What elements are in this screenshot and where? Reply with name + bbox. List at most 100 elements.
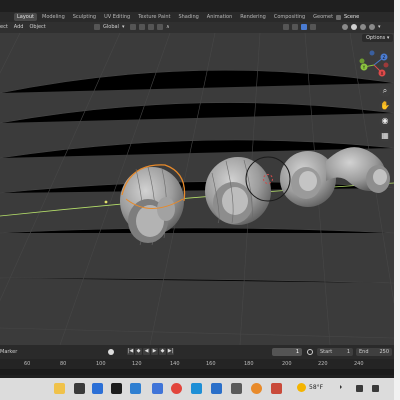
viewport-header: ect Add Object Global ▾ ∧ ▾ xyxy=(0,22,394,33)
jump-start-icon[interactable]: |◀ xyxy=(127,348,134,355)
pivot-snap-controls: ∧ xyxy=(130,23,170,31)
menu-object[interactable]: Object xyxy=(29,24,45,30)
gizmo-z-label: Z xyxy=(383,55,386,60)
file-explorer-icon[interactable] xyxy=(54,383,65,394)
tab-texture-paint[interactable]: Texture Paint xyxy=(135,13,173,21)
start-label: Start xyxy=(320,349,333,355)
scene-selector[interactable]: Scene xyxy=(336,13,394,21)
viewport-menu: ect Add Object xyxy=(0,24,46,30)
record-button[interactable] xyxy=(108,349,114,355)
workspace-tabs-bar: Layout Modeling Sculpting UV Editing Tex… xyxy=(0,12,394,22)
workspace-tabs: Layout Modeling Sculpting UV Editing Tex… xyxy=(14,13,336,21)
ruler-tick: 160 xyxy=(206,361,216,367)
edge-icon[interactable] xyxy=(191,383,202,394)
visibility-icon[interactable] xyxy=(283,24,289,30)
solid-shading-icon[interactable] xyxy=(351,24,357,30)
current-frame-field[interactable]: 1 xyxy=(272,348,302,356)
pin-icon[interactable]: ∧ xyxy=(166,24,170,30)
mail-icon[interactable] xyxy=(130,383,141,394)
tab-rendering[interactable]: Rendering xyxy=(237,13,269,21)
os-taskbar: 58°F xyxy=(0,378,394,400)
photos-icon[interactable] xyxy=(152,383,163,394)
shading-modes: ▾ xyxy=(342,23,381,31)
spiral-object-2[interactable] xyxy=(205,157,271,225)
end-frame-field[interactable]: End 250 xyxy=(356,348,392,356)
blender-icon[interactable] xyxy=(251,383,262,394)
tab-animation[interactable]: Animation xyxy=(204,13,236,21)
ruler-tick: 80 xyxy=(60,361,67,367)
options-label: Options xyxy=(366,35,386,41)
options-dropdown[interactable]: Options ▾ xyxy=(362,34,394,42)
app-red-icon[interactable] xyxy=(271,383,282,394)
end-value: 250 xyxy=(379,349,389,355)
timeline-track[interactable] xyxy=(0,369,394,375)
scene-label: Scene xyxy=(344,14,360,20)
wireframe-shading-icon[interactable] xyxy=(342,24,348,30)
ruler-tick: 60 xyxy=(24,361,31,367)
transform-orientation[interactable]: Global ▾ xyxy=(94,23,124,31)
3d-viewport[interactable]: Z X Y Options ▾ ⌕ ✋ ◉ ▦ xyxy=(0,33,394,345)
settings-gear-icon[interactable] xyxy=(231,383,242,394)
timeline-ruler[interactable]: 60 80 100 120 140 160 180 200 220 240 xyxy=(0,359,394,369)
start-value: 1 xyxy=(346,349,350,355)
pivot-icon[interactable] xyxy=(130,24,136,30)
ruler-tick: 180 xyxy=(244,361,254,367)
terminal-icon[interactable] xyxy=(74,383,85,394)
prev-keyframe-icon[interactable]: ◆ xyxy=(135,348,142,355)
start-frame-field[interactable]: Start 1 xyxy=(317,348,353,356)
gizmo-toggle-icon[interactable] xyxy=(292,24,298,30)
jump-end-icon[interactable]: ▶| xyxy=(167,348,174,355)
store-icon[interactable] xyxy=(92,383,103,394)
proportional-edit-icon[interactable] xyxy=(157,24,163,30)
gizmo-y-label: Y xyxy=(362,65,366,70)
material-shading-icon[interactable] xyxy=(360,24,366,30)
tab-layout[interactable]: Layout xyxy=(14,13,37,21)
overlay-toggle-icon[interactable] xyxy=(301,24,307,30)
ruler-tick: 200 xyxy=(282,361,292,367)
tray-arrow-icon[interactable] xyxy=(340,385,342,389)
tab-shading[interactable]: Shading xyxy=(175,13,201,21)
chevron-down-icon: ▾ xyxy=(121,24,125,30)
tab-sculpting[interactable]: Sculpting xyxy=(70,13,99,21)
ruler-tick: 120 xyxy=(132,361,142,367)
marker-menu[interactable]: Marker xyxy=(0,349,17,355)
scene-icon xyxy=(336,14,341,20)
tab-uv-editing[interactable]: UV Editing xyxy=(101,13,133,21)
stopwatch-icon[interactable] xyxy=(307,349,313,355)
weather-widget[interactable]: 58°F xyxy=(297,383,323,392)
floor-grid xyxy=(0,33,394,345)
menu-select[interactable]: ect xyxy=(0,24,8,30)
network-icon[interactable] xyxy=(356,385,363,392)
play-reverse-icon[interactable]: ◀ xyxy=(143,348,150,355)
playback-controls: |◀ ◆ ◀ ▶ ◆ ▶| xyxy=(127,348,174,355)
chrome-icon[interactable] xyxy=(171,383,182,394)
menu-add[interactable]: Add xyxy=(14,24,24,30)
play-icon[interactable]: ▶ xyxy=(151,348,158,355)
ruler-tick: 100 xyxy=(96,361,106,367)
world-origin-dot xyxy=(104,200,108,204)
tab-geometry[interactable]: Geomet xyxy=(310,13,336,21)
snap-target-icon[interactable] xyxy=(148,24,154,30)
timeline-header: Marker |◀ ◆ ◀ ▶ ◆ ▶| 1 Start 1 End 250 xyxy=(0,345,394,359)
viewport-scene: Z X Y xyxy=(0,33,394,345)
xray-toggle-icon[interactable] xyxy=(310,24,316,30)
app-icon[interactable] xyxy=(111,383,122,394)
word-icon[interactable] xyxy=(211,383,222,394)
gizmo-x-label: X xyxy=(381,71,384,76)
rendered-shading-icon[interactable] xyxy=(369,24,375,30)
tab-modeling[interactable]: Modeling xyxy=(39,13,68,21)
next-keyframe-icon[interactable]: ◆ xyxy=(159,348,166,355)
blender-window: Layout Modeling Sculpting UV Editing Tex… xyxy=(0,0,394,400)
camera-view-icon[interactable]: ◉ xyxy=(379,115,391,127)
weather-temp: 58°F xyxy=(309,384,324,391)
tab-compositing[interactable]: Compositing xyxy=(271,13,308,21)
chevron-down-icon[interactable]: ▾ xyxy=(378,24,381,30)
orientation-icon xyxy=(94,24,100,30)
orientation-label: Global xyxy=(103,24,119,30)
volume-icon[interactable] xyxy=(372,385,379,392)
navigation-gizmo[interactable]: Z X Y xyxy=(359,50,389,77)
perspective-grid-icon[interactable]: ▦ xyxy=(379,130,391,142)
snap-icon[interactable] xyxy=(139,24,145,30)
pan-hand-icon[interactable]: ✋ xyxy=(379,100,391,112)
zoom-magnifier-icon[interactable]: ⌕ xyxy=(379,85,391,97)
